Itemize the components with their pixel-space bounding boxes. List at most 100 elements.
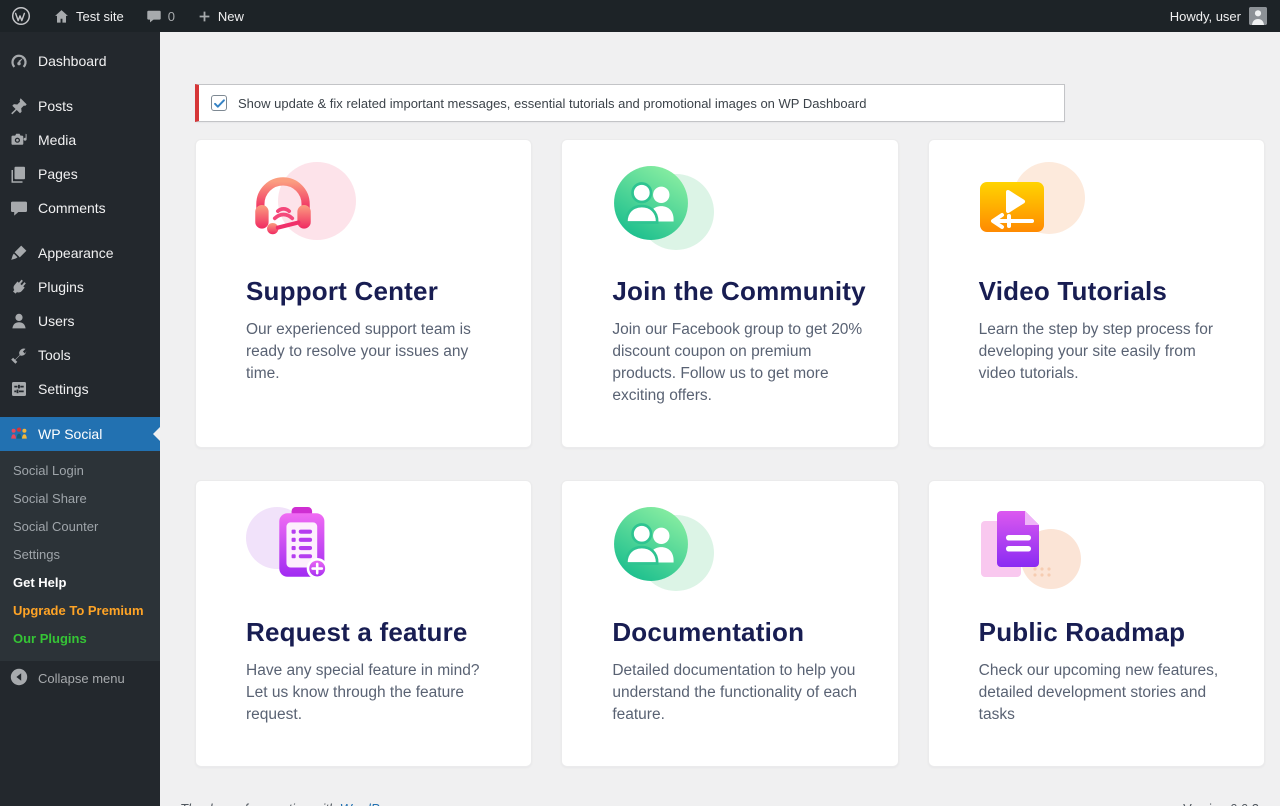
sidebar-item-label: Media [38,132,76,148]
card-title: Documentation [612,617,867,647]
sidebar-item-appearance[interactable]: Appearance [0,236,160,270]
card-documentation[interactable]: Documentation Detailed documentation to … [561,480,898,767]
sidebar-item-media[interactable]: Media [0,123,160,157]
submenu-item-upgrade-to-premium[interactable]: Upgrade To Premium [0,597,160,625]
sidebar-item-settings[interactable]: Settings [0,372,160,406]
card-description: Join our Facebook group to get 20% disco… [612,319,867,407]
footer-version: Version 6.6.2 [1183,801,1259,806]
pushpin-icon [9,96,29,116]
card-title: Support Center [246,276,501,306]
admin-sidebar: Dashboard Posts Media Pages Comments App… [0,32,160,806]
wp-social-submenu: Social Login Social Share Social Counter… [0,451,160,661]
person-silhouette-icon [1249,7,1267,25]
new-content-link[interactable]: New [186,0,255,32]
sidebar-item-label: Users [38,313,75,329]
sidebar-item-plugins[interactable]: Plugins [0,270,160,304]
card-title: Request a feature [246,617,501,647]
comment-bubble-icon [9,198,29,218]
community-people-icon [612,503,732,593]
wordpress-logo-icon [11,6,31,26]
card-title: Public Roadmap [979,617,1234,647]
wordpress-link[interactable]: WordPress [340,801,404,806]
card-title: Video Tutorials [979,276,1234,306]
community-people-icon [612,162,732,252]
sidebar-item-label: Comments [38,200,106,216]
new-label: New [218,9,244,24]
settings-sliders-icon [9,379,29,399]
collapse-menu-button[interactable]: Collapse menu [0,661,160,695]
submenu-item-get-help[interactable]: Get Help [0,569,160,597]
dashboard-gauge-icon [9,51,29,71]
site-name-link[interactable]: Test site [42,0,135,32]
notice-label[interactable]: Show update & fix related important mess… [238,96,866,111]
site-name: Test site [76,9,124,24]
plug-icon [9,277,29,297]
wordpress-logo-menu[interactable] [0,0,42,32]
wp-social-people-icon [9,424,29,444]
admin-footer: Thank you for creating with WordPress. V… [180,801,1259,806]
sidebar-item-users[interactable]: Users [0,304,160,338]
menu-separator [0,78,160,89]
menu-separator [0,406,160,417]
sidebar-item-wp-social[interactable]: WP Social [0,417,160,451]
sidebar-item-tools[interactable]: Tools [0,338,160,372]
pages-stack-icon [9,164,29,184]
sidebar-item-label: Plugins [38,279,84,295]
footer-thanks: Thank you for creating with WordPress. [180,801,408,806]
collapse-arrow-icon [9,667,29,690]
comments-pending-link[interactable]: 0 [135,0,186,32]
footer-thanks-text: Thank you for creating with [180,801,336,806]
paintbrush-icon [9,243,29,263]
submenu-item-our-plugins[interactable]: Our Plugins [0,625,160,653]
card-description: Check our upcoming new features, detaile… [979,660,1234,726]
sidebar-item-label: Posts [38,98,73,114]
headset-icon [246,162,366,252]
admin-bar: Test site 0 New Howdy, user [0,0,1280,32]
roadmap-document-icon [979,503,1099,593]
submenu-item-settings[interactable]: Settings [0,541,160,569]
card-description: Have any special feature in mind? Let us… [246,660,501,726]
menu-separator [0,225,160,236]
card-title: Join the Community [612,276,867,306]
media-camera-icon [9,130,29,150]
comment-bubble-icon [146,8,162,24]
sidebar-item-pages[interactable]: Pages [0,157,160,191]
plus-icon [197,9,212,24]
card-public-roadmap[interactable]: Public Roadmap Check our upcoming new fe… [928,480,1265,767]
sidebar-item-label: Tools [38,347,71,363]
show-messages-checkbox[interactable] [211,95,227,111]
comments-count: 0 [168,9,175,24]
video-player-icon [979,162,1099,252]
submenu-item-social-share[interactable]: Social Share [0,485,160,513]
wrench-icon [9,345,29,365]
sidebar-item-label: Dashboard [38,53,107,69]
sidebar-item-dashboard[interactable]: Dashboard [0,44,160,78]
card-video-tutorials[interactable]: Video Tutorials Learn the step by step p… [928,139,1265,448]
footer-thanks-period: . [404,801,408,806]
home-icon [53,8,70,25]
sidebar-item-comments[interactable]: Comments [0,191,160,225]
feature-clipboard-icon [246,503,366,593]
account-menu[interactable]: Howdy, user [1170,0,1280,32]
card-request-a-feature[interactable]: Request a feature Have any special featu… [195,480,532,767]
card-description: Detailed documentation to help you under… [612,660,867,726]
help-cards-grid: Support Center Our experienced support t… [195,139,1265,767]
dashboard-messages-notice: Show update & fix related important mess… [195,84,1065,122]
sidebar-item-posts[interactable]: Posts [0,89,160,123]
sidebar-item-label: WP Social [38,426,102,442]
card-support-center[interactable]: Support Center Our experienced support t… [195,139,532,448]
sidebar-item-label: Appearance [38,245,114,261]
main-content: Show update & fix related important mess… [160,0,1280,806]
card-join-the-community[interactable]: Join the Community Join our Facebook gro… [561,139,898,448]
card-description: Learn the step by step process for devel… [979,319,1234,385]
card-description: Our experienced support team is ready to… [246,319,501,385]
user-icon [9,311,29,331]
sidebar-item-label: Pages [38,166,78,182]
submenu-item-social-counter[interactable]: Social Counter [0,513,160,541]
sidebar-item-label: Settings [38,381,89,397]
avatar [1249,7,1267,25]
howdy-text: Howdy, user [1170,9,1241,24]
submenu-item-social-login[interactable]: Social Login [0,457,160,485]
collapse-menu-label: Collapse menu [38,671,125,686]
checkmark-icon [213,97,226,110]
